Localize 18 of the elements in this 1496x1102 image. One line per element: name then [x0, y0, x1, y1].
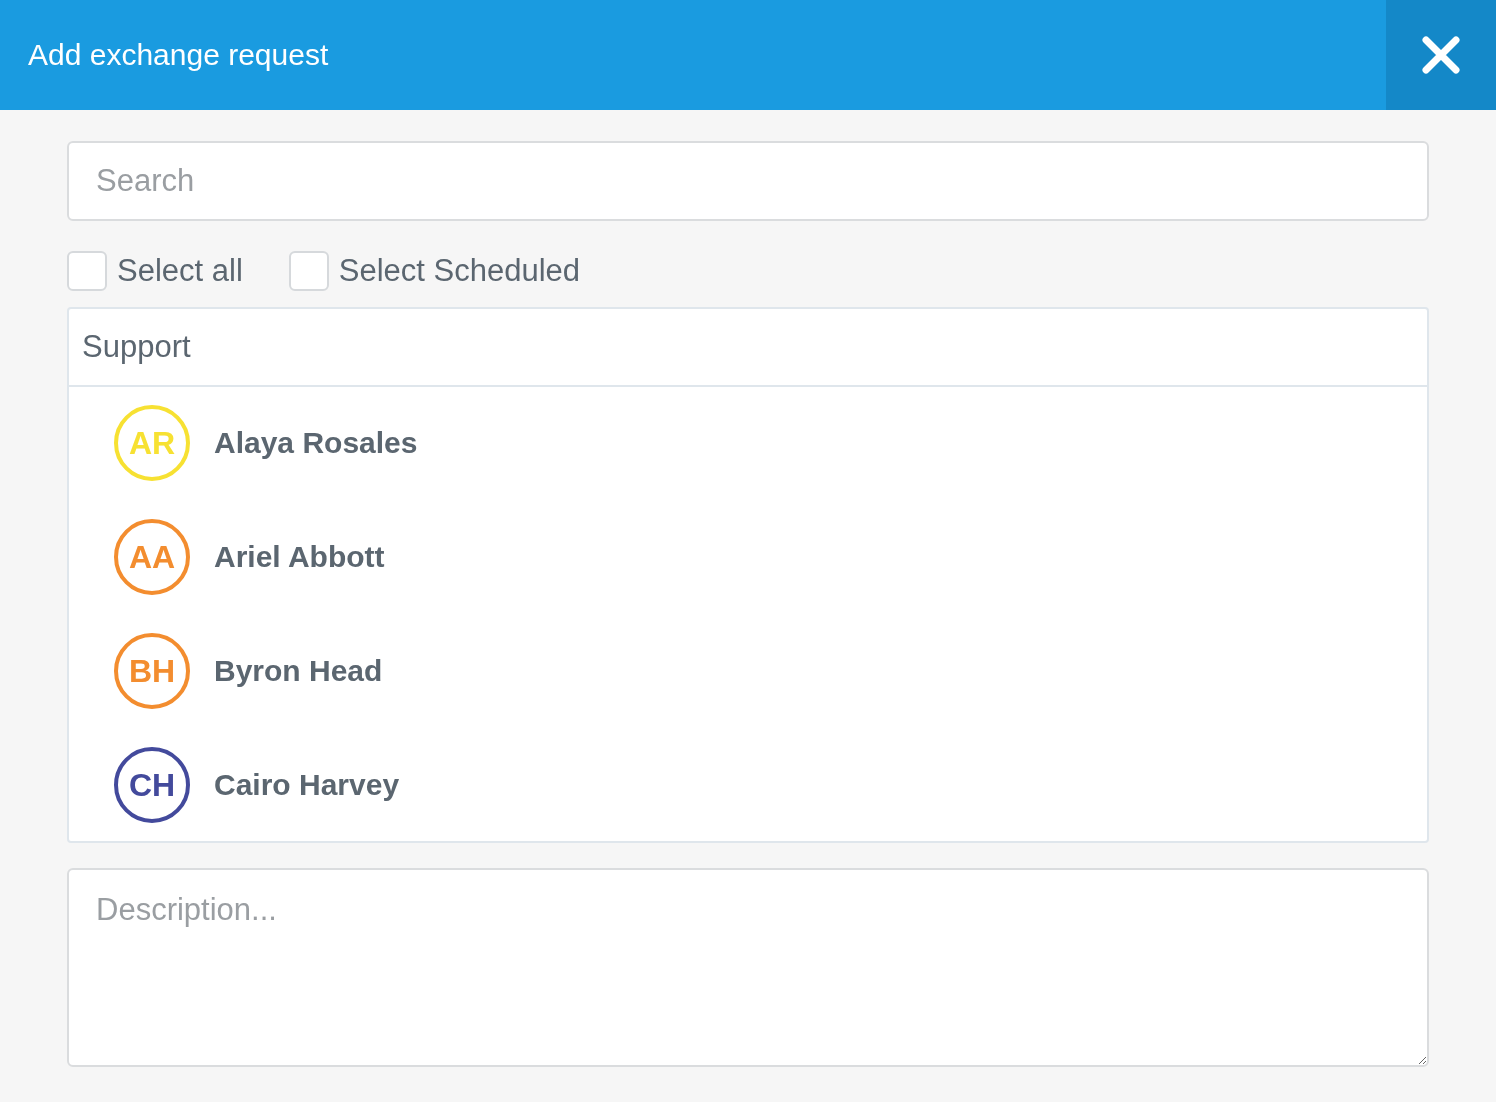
checkbox-label[interactable]: Select Scheduled [338, 253, 581, 289]
person-name[interactable]: Byron Head [214, 654, 383, 688]
person-name[interactable]: Alaya Rosales [214, 426, 418, 460]
checkbox[interactable] [288, 251, 329, 291]
checkbox[interactable] [67, 251, 107, 291]
avatar-initials: AA [114, 519, 190, 595]
avatar-initials: BH [114, 633, 190, 709]
group-title: Support [82, 329, 191, 365]
person-name[interactable]: Cairo Harvey [214, 768, 400, 802]
search-field[interactable]: Search [67, 141, 1429, 221]
person-name[interactable]: Ariel Abbott [214, 540, 385, 574]
avatar-initials: CH [114, 747, 190, 823]
avatar-initials: AR [114, 405, 190, 481]
close-icon [1422, 36, 1460, 74]
close-button[interactable] [1386, 0, 1496, 110]
checkbox-label[interactable]: Select all [117, 253, 243, 289]
window-title: Add exchange request [27, 38, 329, 72]
description-field[interactable]: Description... [67, 868, 1429, 1067]
